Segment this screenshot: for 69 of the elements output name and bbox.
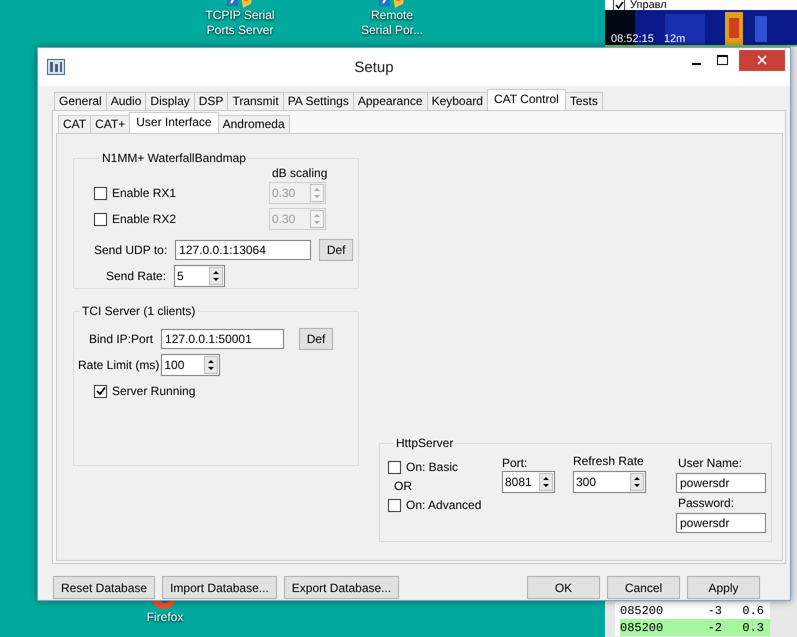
- tab[interactable]: Andromeda: [218, 115, 290, 133]
- field-label: Refresh Rate: [573, 454, 645, 468]
- spin-arrows-icon[interactable]: [630, 473, 644, 491]
- spin-arrows-icon[interactable]: [204, 356, 218, 374]
- field-label: User Name:: [678, 456, 744, 470]
- text-field[interactable]: 127.0.0.1:13064: [175, 240, 312, 260]
- def-button[interactable]: Def: [299, 328, 334, 350]
- tab[interactable]: User Interface: [129, 112, 219, 133]
- tab[interactable]: Display: [145, 92, 195, 110]
- footer-button[interactable]: Apply: [687, 576, 760, 599]
- selected-row[interactable]: 085200 -2 0.3: [620, 619, 770, 636]
- group-title: TCI Server (1 clients): [81, 304, 196, 318]
- tab[interactable]: CAT+: [90, 115, 130, 133]
- footer-button[interactable]: Cancel: [607, 576, 680, 599]
- window-title: Setup: [353, 58, 395, 76]
- tab[interactable]: Appearance: [352, 92, 428, 110]
- field-label: Password:: [678, 496, 736, 510]
- or-label: OR: [394, 479, 413, 493]
- band-label: 12m: [664, 33, 686, 45]
- checkbox[interactable]: [94, 384, 107, 398]
- table-cell-text: 085200: [620, 604, 664, 618]
- def-button[interactable]: Def: [319, 239, 354, 261]
- footer-button[interactable]: Export Database...: [284, 576, 400, 599]
- checkbox[interactable]: [388, 498, 401, 512]
- text-field[interactable]: powersdr: [676, 473, 766, 493]
- checkbox[interactable]: [388, 460, 401, 474]
- field-label: Send UDP to:: [94, 243, 168, 257]
- tab[interactable]: CAT: [58, 115, 92, 133]
- table-cell-text: 085200: [620, 620, 664, 634]
- footer-button[interactable]: Import Database...: [162, 576, 277, 599]
- text-field[interactable]: powersdr: [676, 513, 766, 533]
- checkbox[interactable]: [613, 0, 625, 10]
- number-field[interactable]: 300: [573, 471, 646, 493]
- group-title: N1MM+ WaterfallBandmap: [101, 151, 247, 165]
- app-icon: [47, 59, 65, 75]
- tab[interactable]: PA Settings: [282, 92, 354, 110]
- text-field[interactable]: 127.0.0.1:50001: [161, 329, 284, 349]
- minimize-icon: [692, 63, 700, 65]
- checkbox-label[interactable]: Server Running: [112, 384, 196, 398]
- column-label: dB scaling: [272, 166, 328, 180]
- footer-button[interactable]: Reset Database: [53, 576, 156, 599]
- close-icon: [757, 55, 767, 65]
- checkbox-label[interactable]: On: Advanced: [406, 498, 482, 512]
- check-icon: [614, 0, 624, 10]
- field-label: Rate Limit (ms): [78, 358, 160, 372]
- group-title: HttpServer: [395, 436, 454, 450]
- table-cell-text: -3: [706, 604, 722, 618]
- checkbox-label[interactable]: On: Basic: [406, 460, 458, 474]
- check-icon: [96, 386, 106, 396]
- tab[interactable]: CAT Control: [486, 89, 566, 110]
- time-label: 08:52:15: [611, 33, 654, 45]
- maximize-icon: [716, 55, 728, 65]
- field-label: Port:: [502, 456, 528, 470]
- number-field[interactable]: 5: [174, 265, 226, 287]
- number-field[interactable]: 8081: [502, 471, 555, 493]
- table-cell-text: -2: [706, 620, 722, 634]
- checkbox-label[interactable]: Управл: [630, 0, 667, 10]
- table-cell-text: 0.3: [741, 620, 764, 634]
- table-cell-text: 0.6: [741, 604, 764, 618]
- spin-arrows-icon[interactable]: [539, 473, 553, 491]
- field-label: Bind IP:Port: [89, 332, 154, 346]
- field-label: Send Rate:: [106, 269, 166, 283]
- tab[interactable]: General: [54, 92, 107, 110]
- close-button[interactable]: [739, 50, 785, 70]
- footer-button[interactable]: OK: [527, 576, 600, 599]
- number-field[interactable]: 100: [161, 354, 220, 376]
- spin-arrows-icon[interactable]: [209, 267, 224, 285]
- tab[interactable]: Keyboard: [426, 92, 488, 110]
- tab[interactable]: Tests: [564, 92, 603, 110]
